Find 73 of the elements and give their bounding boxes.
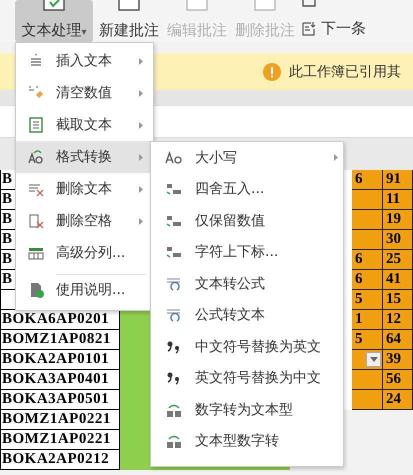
menu-item[interactable]: 插入文本: [16, 45, 153, 77]
menu-item-icon: [165, 433, 183, 450]
table-cell: BOKA2AP0212: [0, 450, 120, 470]
table-cell: 30: [383, 230, 413, 250]
menu-item-icon: [28, 149, 44, 165]
ribbon-button[interactable]: 文本处理▾: [15, 0, 93, 42]
table-cell: 11: [383, 190, 413, 210]
menu-item[interactable]: 英文符号替换为中文: [151, 362, 343, 394]
table-cell: BOMZ1AP0221: [0, 410, 120, 430]
menu-item[interactable]: 四舍五入...: [151, 174, 343, 205]
menu-item-icon: [28, 213, 44, 229]
menu-item-icon: [165, 276, 183, 292]
table-cell: BOKA3AP0501: [0, 390, 120, 410]
submenu-arrow-icon: [139, 154, 143, 161]
table-cell: 6: [352, 250, 383, 270]
notice-text: 此工作簿已引用其: [289, 62, 401, 80]
menu-item-icon: [165, 150, 183, 166]
menu-item[interactable]: 字符上下标...: [151, 236, 343, 268]
ribbon-button[interactable]: 新建批注: [97, 0, 161, 42]
menu-item-icon: [165, 244, 183, 260]
table-cell: BOKA2AP0101: [0, 350, 120, 370]
table-cell: [352, 390, 383, 410]
menu-item-icon: [28, 85, 44, 101]
table-cell: [352, 210, 383, 230]
submenu-arrow-icon: [139, 58, 143, 65]
caret-icon: [370, 357, 378, 362]
table-cell: BOKA6AP0201: [0, 310, 120, 330]
submenu-arrow-icon: [139, 122, 143, 129]
table-cell: 5: [352, 330, 383, 350]
menu-item[interactable]: 清空数值: [16, 77, 153, 109]
dropdown-button[interactable]: [366, 352, 381, 367]
menu-item[interactable]: 截取文本: [16, 109, 153, 141]
table-cell: 25: [383, 250, 413, 270]
table-cell: BOKA3AP0401: [0, 370, 120, 390]
table-cell: 56: [383, 370, 413, 390]
table-cell: [352, 370, 383, 390]
document-icon: [41, 0, 67, 14]
table-cell: 12: [383, 310, 413, 330]
table-cell: 39: [383, 350, 413, 370]
submenu-arrow-icon: [139, 90, 143, 97]
menu-item[interactable]: 格式转换: [16, 141, 153, 173]
menu-item-icon: [165, 181, 183, 198]
table-cell: 19: [383, 210, 413, 230]
menu-item[interactable]: 数字转为文本型: [151, 394, 343, 426]
table-cell: 24: [383, 390, 413, 410]
menu-item-icon: [28, 282, 44, 298]
menu-item-icon: [28, 117, 44, 133]
menu-item[interactable]: 仅保留数值: [151, 205, 343, 236]
table-cell: 91: [383, 170, 413, 190]
menu-item-icon: [28, 245, 44, 261]
table-cell: BOMZ1AP0221: [0, 430, 120, 450]
submenu-arrow-icon: [334, 154, 338, 161]
table-cell: 6: [352, 170, 383, 190]
table-cell: BOMZ1AP0821: [0, 330, 120, 350]
table-cell: [352, 190, 383, 210]
submenu-arrow-icon: [139, 186, 143, 193]
next-button[interactable]: 下一条: [301, 19, 366, 42]
menu-item[interactable]: 文本型数字转: [151, 426, 343, 457]
table-cell: 6: [352, 270, 383, 290]
table-cell: 5: [352, 290, 383, 310]
menu-item[interactable]: 公式转文本: [151, 300, 343, 331]
table-cell: 15: [383, 290, 413, 310]
menu-item[interactable]: 中文符号替换为英文: [151, 331, 343, 362]
table-cell: 41: [383, 270, 413, 290]
warning-icon: [263, 62, 281, 80]
menu-item-icon: [165, 307, 183, 324]
table-cell: 1: [352, 310, 383, 330]
table-cell: [352, 230, 383, 250]
menu-item[interactable]: 文本转公式: [151, 268, 343, 300]
table-cell: 64: [383, 330, 413, 350]
menu-item[interactable]: 大小写: [151, 142, 343, 174]
submenu-arrow-icon: [139, 218, 143, 225]
next-comment-icon: [301, 20, 317, 36]
